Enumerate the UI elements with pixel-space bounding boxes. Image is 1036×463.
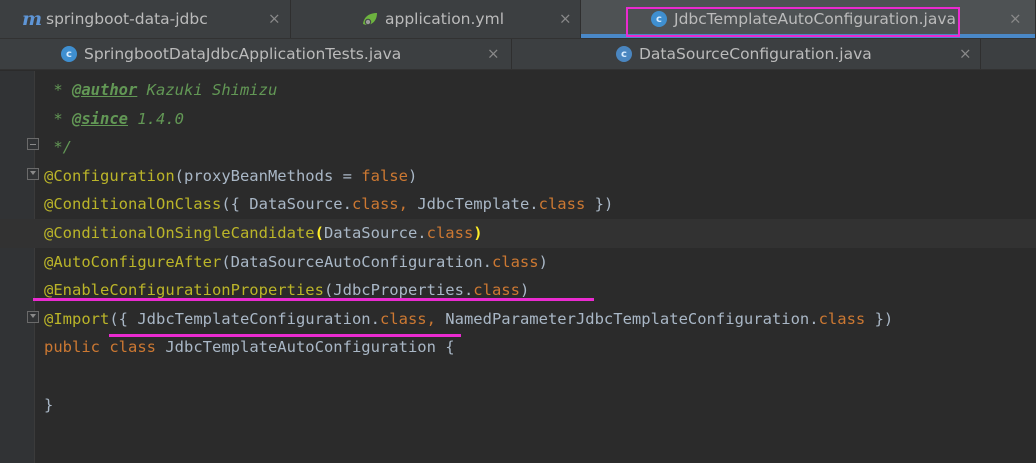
java-test-class-icon: c [61, 46, 77, 62]
highlight-box-active-tab [626, 7, 960, 37]
code-token: ) [538, 252, 548, 271]
tab-label: SpringbootDataJdbcApplicationTests.java [84, 45, 402, 63]
code-text: } [44, 391, 53, 420]
code-text: * @since 1.4.0 [44, 105, 184, 134]
code-line[interactable]: * @author Kazuki Shimizu [0, 76, 1036, 105]
code-token: , [426, 309, 446, 328]
code-token: (DataSourceAutoConfiguration. [221, 252, 492, 271]
code-token: class [818, 309, 866, 328]
close-icon[interactable]: × [1009, 11, 1022, 27]
code-token: }) [585, 195, 614, 214]
code-token: JdbcTemplate. [417, 195, 539, 214]
code-token: ) [473, 224, 483, 242]
code-token: class [351, 195, 399, 214]
code-line[interactable] [0, 362, 1036, 391]
code-token: ({ DataSource. [221, 195, 352, 214]
close-icon[interactable]: × [268, 11, 281, 27]
code-text: */ [44, 133, 72, 162]
code-text: @Configuration(proxyBeanMethods = false) [44, 162, 417, 191]
code-token: */ [44, 138, 72, 157]
code-text: @ConditionalOnSingleCandidate(DataSource… [44, 219, 483, 248]
tab-label: application.yml [385, 10, 505, 28]
code-token: class [426, 224, 474, 242]
code-editor[interactable]: * @author Kazuki Shimizu * @since 1.4.0 … [0, 71, 1036, 463]
close-icon[interactable]: × [559, 11, 572, 27]
code-token: ) [519, 281, 530, 300]
close-icon[interactable]: × [487, 46, 500, 62]
code-text: @AutoConfigureAfter(DataSourceAutoConfig… [44, 248, 548, 277]
code-token: NamedParameterJdbcTemplateConfiguration. [445, 309, 819, 328]
code-token: @AutoConfigureAfter [44, 252, 222, 271]
code-token: DataSource. [323, 224, 427, 242]
tab-application-yml[interactable]: application.yml × [291, 0, 581, 38]
code-token: (proxyBeanMethods = [174, 166, 362, 185]
code-text: * @author Kazuki Shimizu [44, 76, 277, 105]
code-token: @since [72, 109, 128, 128]
ide-window: m springboot-data-jdbc × application.yml… [0, 0, 1036, 463]
code-token: class [538, 195, 586, 214]
code-token: 1.4.0 [128, 109, 184, 128]
maven-module-icon: m [22, 8, 43, 30]
code-token: public [44, 338, 110, 357]
code-token: } [44, 395, 54, 414]
code-token: ( [314, 224, 324, 242]
tab-pom-springboot-data-jdbc[interactable]: m springboot-data-jdbc × [0, 0, 291, 38]
code-token: @author [72, 81, 138, 99]
editor-tab-bar-row-1: m springboot-data-jdbc × application.yml… [0, 0, 1036, 38]
java-class-icon: c [616, 46, 632, 62]
code-token: @ConditionalOnSingleCandidate [44, 224, 315, 242]
tab-label: springboot-data-jdbc [46, 10, 208, 28]
code-line[interactable]: @AutoConfigureAfter(DataSourceAutoConfig… [0, 248, 1036, 277]
editor-tab-bar-row-2: c SpringbootDataJdbcApplicationTests.jav… [0, 38, 1036, 70]
code-line[interactable]: @Import({ JdbcTemplateConfiguration.clas… [0, 305, 1036, 334]
code-token: JdbcTemplateAutoConfiguration { [165, 338, 455, 357]
code-line[interactable]: public class JdbcTemplateAutoConfigurati… [0, 333, 1036, 362]
tab-springboot-data-jdbc-application-tests[interactable]: c SpringbootDataJdbcApplicationTests.jav… [0, 39, 512, 69]
code-token: ) [407, 166, 418, 185]
code-line[interactable]: * @since 1.4.0 [0, 105, 1036, 134]
code-token: }) [865, 309, 894, 328]
code-token: false [361, 166, 408, 185]
code-token: (JdbcProperties. [323, 281, 474, 300]
code-token: @EnableConfigurationProperties [44, 281, 324, 300]
highlight-underline-enable-configuration-properties [33, 298, 594, 301]
code-token: @ConditionalOnClass [44, 195, 222, 214]
code-line[interactable]: } [0, 391, 1036, 420]
highlight-underline-jdbc-template-configuration [109, 334, 461, 337]
code-token: class [473, 281, 520, 300]
code-token: * [44, 109, 72, 128]
code-token: @Import [44, 309, 110, 328]
spring-yaml-icon [363, 13, 377, 26]
tab-datasource-configuration[interactable]: c DataSourceConfiguration.java × [512, 39, 981, 69]
code-line[interactable]: @Configuration(proxyBeanMethods = false) [0, 162, 1036, 191]
code-text: @ConditionalOnClass({ DataSource.class, … [44, 190, 613, 219]
code-token: class [379, 309, 427, 328]
code-line[interactable]: @ConditionalOnSingleCandidate(DataSource… [0, 219, 1036, 248]
code-text: public class JdbcTemplateAutoConfigurati… [44, 333, 455, 362]
code-text: @Import({ JdbcTemplateConfiguration.clas… [44, 305, 893, 334]
code-token: class [109, 338, 166, 357]
code-token: @Configuration [44, 166, 175, 185]
close-icon[interactable]: × [959, 46, 972, 62]
code-token: * [44, 81, 72, 99]
tab-label: DataSourceConfiguration.java [639, 45, 872, 63]
code-token: , [398, 195, 418, 214]
code-token: ({ JdbcTemplateConfiguration. [109, 309, 380, 328]
code-token: Kazuki Shimizu [137, 81, 278, 99]
code-line[interactable]: */ [0, 133, 1036, 162]
code-line[interactable]: @ConditionalOnClass({ DataSource.class, … [0, 190, 1036, 219]
code-token: class [491, 252, 539, 271]
